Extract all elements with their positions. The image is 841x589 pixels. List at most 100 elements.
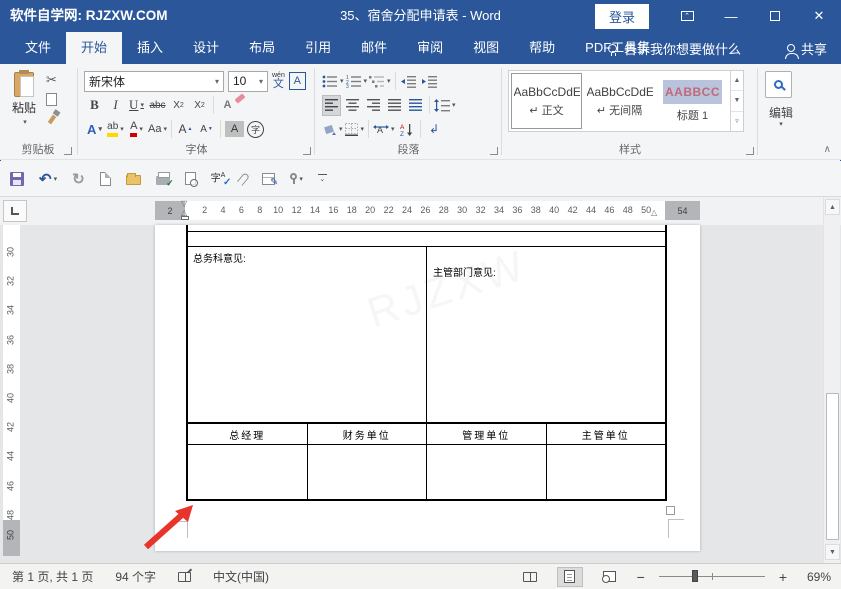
align-left-button[interactable]	[322, 95, 341, 116]
character-border-icon[interactable]: A	[289, 72, 306, 90]
undo-button[interactable]: ↶▾	[39, 170, 57, 188]
format-painter-icon[interactable]	[48, 115, 56, 125]
collapse-ribbon-button[interactable]: ∧	[824, 144, 831, 155]
ribbon-display-options-button[interactable]: ⌃	[665, 0, 709, 32]
scroll-down-icon[interactable]: ▼	[825, 544, 840, 560]
sign-header-cell[interactable]: 主管单位	[547, 424, 666, 444]
general-affairs-opinion-cell[interactable]: 总务科意见:	[188, 247, 427, 422]
shading-button[interactable]: ▾	[322, 119, 343, 140]
justify-button[interactable]	[385, 95, 404, 116]
print-layout-button[interactable]	[557, 567, 583, 587]
zoom-in-button[interactable]: +	[779, 569, 787, 585]
sign-empty-cell[interactable]	[188, 445, 308, 499]
read-mode-button[interactable]	[517, 567, 543, 587]
underline-button[interactable]: U▾	[127, 95, 146, 116]
web-layout-button[interactable]	[597, 567, 623, 587]
tab-stop-selector[interactable]	[3, 200, 27, 222]
draw-table-button[interactable]	[262, 173, 275, 185]
align-center-button[interactable]	[343, 95, 362, 116]
text-effects-button[interactable]: A▾	[85, 119, 104, 140]
scrollbar-thumb[interactable]	[826, 393, 839, 540]
style-gallery-expand-icon[interactable]: ▿	[731, 111, 743, 131]
sort-button[interactable]: AZ	[397, 119, 416, 140]
paragraph-dialog-launcher[interactable]	[490, 147, 498, 155]
first-line-indent-marker[interactable]: ▽	[181, 200, 187, 208]
close-button[interactable]: ✕	[797, 0, 841, 32]
distribute-button[interactable]	[406, 95, 425, 116]
table-row-partial[interactable]	[188, 225, 665, 232]
clipboard-dialog-launcher[interactable]	[64, 147, 72, 155]
font-dialog-launcher[interactable]	[303, 147, 311, 155]
styles-dialog-launcher[interactable]	[746, 147, 754, 155]
left-indent-marker[interactable]	[181, 216, 189, 220]
vertical-scrollbar[interactable]: ▲ ▼	[823, 197, 840, 563]
style-card-3[interactable]: AABBCC标题 1	[657, 73, 728, 129]
maximize-button[interactable]	[753, 0, 797, 32]
enclose-characters-icon[interactable]: 字	[247, 121, 264, 138]
character-shading-button[interactable]: A	[225, 121, 244, 137]
touch-mode-button[interactable]: ▾	[290, 173, 303, 184]
zoom-slider-handle[interactable]	[692, 570, 698, 582]
paste-button[interactable]: 粘贴 ▾	[5, 70, 43, 148]
decrease-indent-button[interactable]	[400, 71, 419, 92]
customize-qat-button[interactable]: ⌄	[318, 174, 327, 183]
align-right-button[interactable]	[364, 95, 383, 116]
table-resize-handle[interactable]	[666, 506, 675, 515]
save-button[interactable]	[10, 172, 24, 186]
spelling-button[interactable]: 字A	[211, 172, 226, 184]
page-count-status[interactable]: 第 1 页, 共 1 页	[12, 568, 93, 585]
sign-empty-cell[interactable]	[308, 445, 428, 499]
phonetic-guide-icon[interactable]: wén文	[272, 72, 285, 90]
tab-references[interactable]: 引用	[290, 32, 346, 64]
font-color-button[interactable]: A▾	[127, 119, 146, 140]
numbered-list-button[interactable]: 123 ▾	[346, 71, 368, 92]
borders-button[interactable]: ▾	[345, 119, 365, 140]
subscript-button[interactable]: X2	[169, 95, 188, 116]
redo-button[interactable]: ↻	[72, 170, 85, 188]
tab-review[interactable]: 审阅	[402, 32, 458, 64]
superscript-button[interactable]: X2	[190, 95, 209, 116]
minimize-button[interactable]: —	[709, 0, 753, 32]
tab-help[interactable]: 帮助	[514, 32, 570, 64]
tell-me-box[interactable]: 告诉我你想要做什么	[608, 32, 741, 64]
zoom-percentage[interactable]: 69%	[801, 570, 831, 584]
multilevel-list-button[interactable]: ▾	[369, 71, 391, 92]
increase-indent-button[interactable]	[421, 71, 440, 92]
strikethrough-button[interactable]: abc	[148, 95, 167, 116]
copy-icon[interactable]	[48, 95, 57, 106]
sign-header-cell[interactable]: 管理单位	[427, 424, 547, 444]
bullet-list-button[interactable]: ▾	[322, 71, 344, 92]
grow-font-button[interactable]: A▲	[176, 119, 195, 140]
new-document-button[interactable]	[100, 172, 111, 186]
quick-print-button[interactable]	[156, 172, 170, 185]
sign-empty-cell[interactable]	[547, 445, 666, 499]
asian-layout-button[interactable]: A ▾	[373, 119, 395, 140]
print-preview-button[interactable]	[185, 172, 196, 185]
style-card-2[interactable]: AaBbCcDdE↵ 无间隔	[584, 73, 655, 129]
change-case-button[interactable]: Aa▾	[148, 119, 167, 140]
scroll-up-icon[interactable]: ▲	[825, 199, 840, 215]
attach-button[interactable]	[240, 173, 247, 185]
bold-button[interactable]: B	[85, 95, 104, 116]
highlight-button[interactable]: ab▾	[106, 119, 125, 140]
find-button[interactable]	[765, 71, 792, 98]
right-indent-marker[interactable]: △	[651, 209, 657, 217]
tab-design[interactable]: 设计	[178, 32, 234, 64]
font-size-combo[interactable]: 10 ▾	[228, 71, 268, 92]
clear-formatting-icon[interactable]: A	[218, 95, 237, 116]
login-button[interactable]: 登录	[595, 4, 649, 29]
document-page[interactable]: RJZXW 总务科意见: 主管部门意见: 总经理财务单位管理单位主管单位	[155, 225, 700, 551]
tab-view[interactable]: 视图	[458, 32, 514, 64]
zoom-slider[interactable]	[659, 576, 765, 577]
table-row-partial[interactable]	[188, 232, 665, 247]
sign-empty-cell[interactable]	[427, 445, 547, 499]
font-name-combo[interactable]: 新宋体 ▾	[84, 71, 224, 92]
style-scroll-up-icon[interactable]: ▲	[731, 71, 743, 90]
tab-mailings[interactable]: 邮件	[346, 32, 402, 64]
zoom-out-button[interactable]: −	[637, 569, 645, 585]
proofing-book-icon[interactable]	[178, 572, 191, 582]
tab-layout[interactable]: 布局	[234, 32, 290, 64]
style-card-1[interactable]: AaBbCcDdE↵ 正文	[511, 73, 582, 129]
shrink-font-button[interactable]: A▼	[197, 119, 216, 140]
language-status[interactable]: 中文(中国)	[213, 568, 269, 585]
